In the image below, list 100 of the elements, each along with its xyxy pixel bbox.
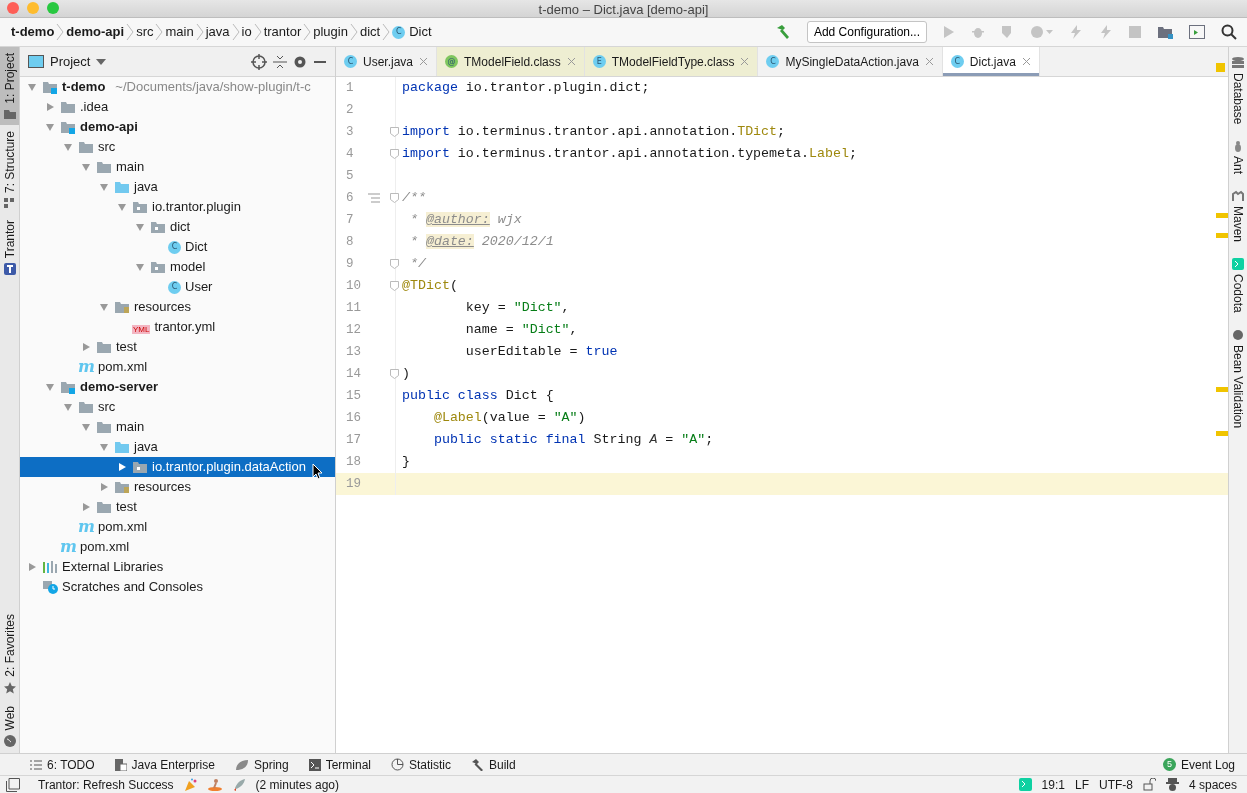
search-icon[interactable]	[1221, 24, 1237, 40]
tree-item[interactable]: test	[20, 337, 335, 357]
expand-arrow-icon[interactable]	[81, 162, 91, 172]
codota-logo-icon[interactable]	[1018, 778, 1032, 791]
dropdown-caret-icon[interactable]	[96, 58, 107, 65]
tree-item[interactable]: io.trantor.plugin.dataAction	[20, 457, 335, 477]
breadcrumb-item[interactable]: java	[205, 22, 230, 42]
tree-item[interactable]: demo-server	[20, 377, 335, 397]
tree-item[interactable]: C Dict	[20, 237, 335, 257]
tree-item[interactable]: src	[20, 137, 335, 157]
expand-arrow-icon[interactable]	[81, 422, 91, 432]
expand-arrow-icon[interactable]	[63, 402, 73, 412]
collapse-arrow-icon[interactable]	[99, 482, 109, 492]
run-icon[interactable]	[943, 25, 955, 39]
expand-arrow-icon[interactable]	[99, 302, 109, 312]
zoom-window-button[interactable]	[47, 2, 59, 14]
breadcrumb-item[interactable]: io	[241, 22, 252, 42]
fold-marker-icon[interactable]	[390, 281, 399, 291]
tree-item[interactable]: YML trantor.yml	[20, 317, 335, 337]
tree-item[interactable]: resources	[20, 297, 335, 317]
lightning-icon[interactable]	[1069, 25, 1083, 39]
tree-item[interactable]: io.trantor.plugin	[20, 197, 335, 217]
breadcrumb-item[interactable]: dict	[359, 22, 381, 42]
doc-render-icon[interactable]	[368, 193, 380, 203]
expand-arrow-icon[interactable]	[99, 442, 109, 452]
lock-icon[interactable]	[1142, 778, 1156, 791]
panel-toggle-icon[interactable]	[6, 777, 20, 792]
fold-marker-icon[interactable]	[390, 259, 399, 269]
collapse-arrow-icon[interactable]	[81, 342, 91, 352]
tree-item[interactable]: Scratches and Consoles	[20, 577, 335, 597]
close-icon[interactable]	[924, 57, 934, 66]
tool-window-tab[interactable]: Database	[1229, 57, 1247, 125]
tree-item[interactable]: .idea	[20, 97, 335, 117]
tool-window-tab[interactable]: Trantor	[0, 213, 19, 281]
tree-item[interactable]: src	[20, 397, 335, 417]
fold-marker-icon[interactable]	[390, 369, 399, 379]
breadcrumb-item[interactable]: plugin	[313, 22, 348, 42]
collapse-arrow-icon[interactable]	[81, 502, 91, 512]
collapse-arrow-icon[interactable]	[117, 462, 127, 472]
breadcrumb-item[interactable]: main	[165, 22, 194, 42]
tree-item[interactable]: m pom.xml	[20, 357, 335, 377]
tree-item[interactable]: java	[20, 177, 335, 197]
lightning-icon[interactable]	[1099, 25, 1113, 39]
tree-item[interactable]: resources	[20, 477, 335, 497]
editor-tab[interactable]: C MySingleDataAction.java	[758, 47, 943, 76]
tree-item[interactable]: main	[20, 417, 335, 437]
caret-position[interactable]: 19:1	[1041, 775, 1065, 793]
panel-title-dropdown[interactable]: Project	[50, 51, 91, 72]
breadcrumb-item[interactable]: t-demo	[11, 22, 55, 42]
tool-window-button[interactable]: Build	[471, 755, 516, 774]
line-separator[interactable]: LF	[1074, 775, 1089, 793]
expand-arrow-icon[interactable]	[63, 142, 73, 152]
tree-item[interactable]: m pom.xml	[20, 517, 335, 537]
expand-arrow-icon[interactable]	[27, 82, 37, 92]
tree-item[interactable]: t-demo ~/Documents/java/show-plugin/t-c	[20, 77, 335, 97]
editor-tab[interactable]: @ TModelField.class	[437, 47, 585, 76]
fold-marker-icon[interactable]	[390, 127, 399, 137]
collapse-all-icon[interactable]	[273, 54, 287, 69]
close-icon[interactable]	[740, 57, 750, 66]
close-icon[interactable]	[419, 57, 429, 66]
clock-icon[interactable]	[1031, 25, 1053, 39]
close-icon[interactable]	[1021, 57, 1031, 66]
tree-item[interactable]: External Libraries	[20, 557, 335, 577]
expand-arrow-icon[interactable]	[45, 122, 55, 132]
expand-arrow-icon[interactable]	[45, 382, 55, 392]
tree-item[interactable]: java	[20, 437, 335, 457]
breadcrumb-item[interactable]: demo-api	[66, 22, 125, 42]
folder-icon[interactable]	[1157, 25, 1173, 39]
tool-window-button[interactable]: 6: TODO	[30, 755, 95, 774]
breadcrumb-item[interactable]: Dict	[409, 22, 432, 42]
tool-window-tab[interactable]: 7: Structure	[0, 124, 19, 214]
file-encoding[interactable]: UTF-8	[1098, 775, 1133, 793]
tree-item[interactable]: dict	[20, 217, 335, 237]
collapse-arrow-icon[interactable]	[27, 562, 37, 572]
collapse-arrow-icon[interactable]	[45, 102, 55, 112]
fold-marker-icon[interactable]	[390, 193, 399, 203]
editor-tab[interactable]: C Dict.java	[942, 47, 1040, 76]
settings-icon[interactable]	[293, 54, 307, 69]
expand-arrow-icon[interactable]	[117, 202, 127, 212]
tool-window-tab[interactable]: Maven	[1229, 190, 1247, 243]
expand-arrow-icon[interactable]	[135, 222, 145, 232]
tool-window-tab[interactable]: Bean Validation	[1229, 329, 1247, 429]
event-log-button[interactable]: 5 Event Log	[1162, 755, 1235, 774]
fold-marker-icon[interactable]	[390, 149, 399, 159]
tool-window-button[interactable]: Terminal	[308, 755, 371, 774]
breadcrumb-item[interactable]: src	[136, 22, 154, 42]
tool-window-button[interactable]: Statistic	[391, 755, 451, 774]
tool-window-tab[interactable]: 1: Project	[0, 47, 19, 125]
tool-window-button[interactable]: Spring	[234, 755, 289, 774]
indent-setting[interactable]: 4 spaces	[1188, 775, 1237, 793]
tool-window-tab[interactable]: Ant	[1229, 140, 1247, 175]
tree-item[interactable]: C User	[20, 277, 335, 297]
close-icon[interactable]	[566, 57, 576, 66]
locate-icon[interactable]	[251, 53, 267, 70]
tree-item[interactable]: demo-api	[20, 117, 335, 137]
expand-arrow-icon[interactable]	[135, 262, 145, 272]
tool-window-tab[interactable]: Codota	[1229, 258, 1247, 314]
tool-window-button[interactable]: Java Enterprise	[114, 755, 215, 774]
inspector-icon[interactable]	[1165, 778, 1179, 791]
editor-tab[interactable]: E TModelFieldType.class	[584, 47, 759, 76]
